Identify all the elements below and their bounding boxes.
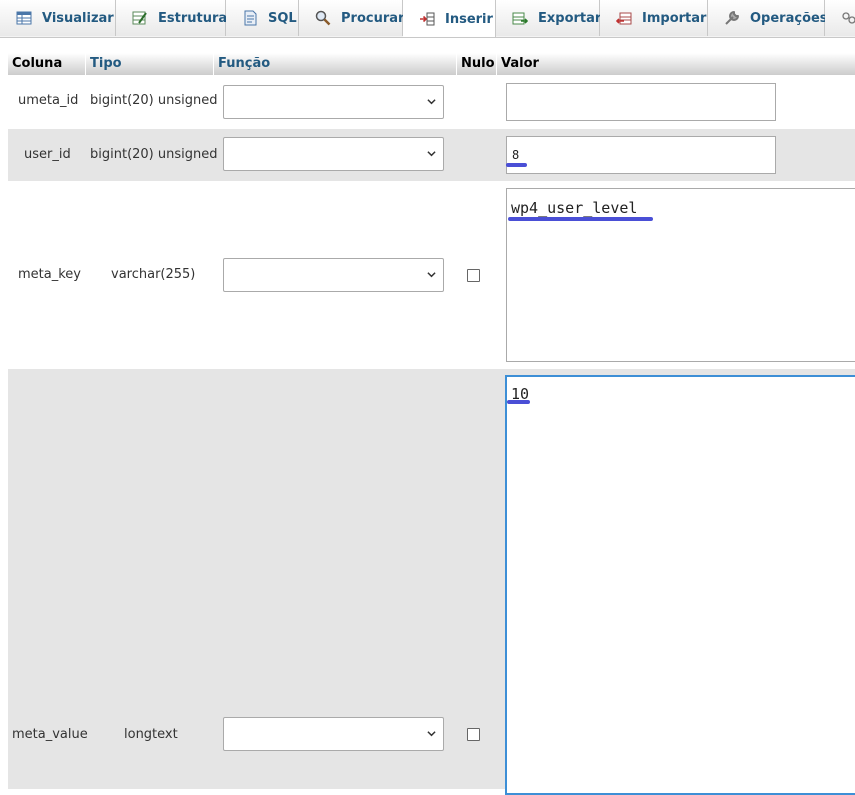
chevron-down-icon [427,272,436,278]
column-type: varchar(255) [111,267,196,282]
sql-icon [244,10,257,26]
tab-estrutura[interactable]: Estrutura [116,0,228,36]
column-name: meta_value [12,727,88,742]
value-textarea[interactable]: wp4_user_level [506,188,855,362]
header-funcao[interactable]: Função [218,56,270,71]
wrench-icon [725,11,739,25]
header-divider [85,53,86,75]
value-input[interactable] [506,83,776,121]
tab-procurar[interactable]: Procurar [299,0,405,36]
table-row-meta-key: meta_key varchar(255) wp4_user_level [8,181,855,369]
header-valor: Valor [501,56,539,71]
table-row-umeta-id: umeta_id bigint(20) unsigned [8,75,855,129]
column-name: meta_key [18,267,81,282]
chevron-down-icon [427,731,436,737]
header-divider [456,53,457,75]
function-select[interactable] [223,85,444,119]
column-name: user_id [24,147,71,162]
header-tipo[interactable]: Tipo [90,56,122,71]
structure-icon [132,11,147,25]
tab-label: Procurar [341,10,405,26]
function-select[interactable] [223,258,444,292]
table-header: Coluna Tipo Função Nulo Valor [8,53,855,75]
tab-operacoes[interactable]: Operações [708,0,828,36]
table-row-meta-value: meta_value longtext 10 [8,369,855,795]
header-divider [496,53,497,75]
search-icon [315,10,331,26]
more-icon [842,12,855,24]
function-select[interactable] [223,717,444,751]
tab-label: Visualizar [42,10,114,26]
tab-label: Estrutura [158,10,228,26]
tab-importar[interactable]: Importar [600,0,708,36]
export-icon [512,12,528,25]
null-checkbox[interactable] [467,728,480,741]
table-row-user-id: user_id bigint(20) unsigned 8 [8,129,855,181]
function-select[interactable] [223,137,444,171]
chevron-down-icon [427,99,436,105]
tab-label: Inserir [445,11,493,27]
insert-icon [420,12,435,26]
column-type: longtext [124,727,178,742]
header-divider [213,53,214,75]
import-icon [616,12,632,25]
insert-form-table: Coluna Tipo Função Nulo Valor umeta_id b… [8,37,855,795]
header-coluna: Coluna [12,56,63,71]
header-nulo: Nulo [461,56,495,71]
tab-label: Exportar [538,10,602,26]
value-textarea[interactable]: 10 [505,375,855,795]
tab-more[interactable] [825,0,855,36]
chevron-down-icon [427,151,436,157]
browse-icon [16,11,32,25]
tab-exportar[interactable]: Exportar [496,0,602,36]
highlight-underline [506,163,527,167]
null-checkbox[interactable] [467,269,480,282]
highlight-underline [508,217,653,221]
tab-label: SQL [268,10,297,26]
tab-inserir[interactable]: Inserir [403,0,496,37]
value-input[interactable]: 8 [506,136,776,174]
tab-label: Operações [750,10,828,26]
column-name: umeta_id [18,93,79,108]
highlight-underline [507,400,530,404]
column-type: bigint(20) unsigned [90,147,218,162]
tab-visualizar[interactable]: Visualizar [0,0,116,36]
tab-sql[interactable]: SQL [226,0,299,36]
tab-bar: Visualizar Estrutura SQL Procurar Inseri… [0,0,855,38]
column-type: bigint(20) unsigned [90,93,218,108]
tab-label: Importar [642,10,707,26]
